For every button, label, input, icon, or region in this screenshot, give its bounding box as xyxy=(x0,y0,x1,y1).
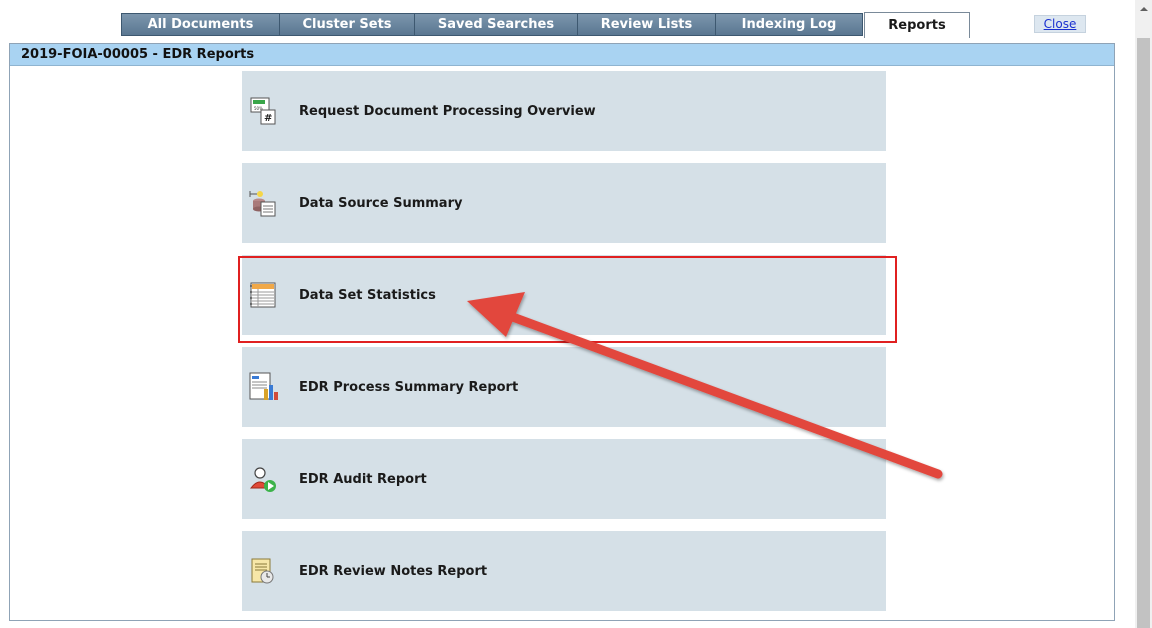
svg-text:#: # xyxy=(264,113,272,124)
report-label: Data Source Summary xyxy=(299,195,463,211)
tab-cluster-sets[interactable]: Cluster Sets xyxy=(279,13,414,36)
spreadsheet-icon xyxy=(246,278,280,312)
review-notes-icon xyxy=(246,554,280,588)
report-edr-review-notes[interactable]: EDR Review Notes Report xyxy=(242,531,886,611)
report-label: EDR Review Notes Report xyxy=(299,563,488,579)
progress-chart-icon: 50% # xyxy=(246,94,280,128)
report-request-document-processing-overview[interactable]: 50% # Request Document Processing Overvi… xyxy=(242,71,886,151)
user-audit-icon xyxy=(246,462,280,496)
report-edr-process-summary[interactable]: EDR Process Summary Report xyxy=(242,347,886,427)
reports-panel: 2019-FOIA-00005 - EDR Reports 50% # Requ… xyxy=(9,43,1115,621)
report-label: EDR Process Summary Report xyxy=(299,379,519,395)
data-source-icon xyxy=(246,186,280,220)
vertical-scrollbar[interactable] xyxy=(1135,0,1152,628)
tab-bar: All Documents Cluster Sets Saved Searche… xyxy=(121,12,970,38)
panel-title: 2019-FOIA-00005 - EDR Reports xyxy=(10,44,1114,66)
tab-all-documents[interactable]: All Documents xyxy=(121,13,279,36)
tab-reports[interactable]: Reports xyxy=(864,12,970,38)
bar-chart-report-icon xyxy=(246,370,280,404)
report-edr-audit[interactable]: EDR Audit Report xyxy=(242,439,886,519)
tab-indexing-log[interactable]: Indexing Log xyxy=(715,13,863,36)
tab-saved-searches[interactable]: Saved Searches xyxy=(414,13,577,36)
report-label: Request Document Processing Overview xyxy=(299,103,596,119)
tab-review-lists[interactable]: Review Lists xyxy=(577,13,715,36)
report-label: Data Set Statistics xyxy=(299,287,436,303)
close-button[interactable]: Close xyxy=(1034,15,1086,33)
scroll-thumb[interactable] xyxy=(1137,38,1150,628)
report-data-set-statistics[interactable]: Data Set Statistics xyxy=(242,255,886,335)
report-data-source-summary[interactable]: Data Source Summary xyxy=(242,163,886,243)
scroll-up-arrow-icon[interactable] xyxy=(1135,0,1152,17)
report-label: EDR Audit Report xyxy=(299,471,427,487)
